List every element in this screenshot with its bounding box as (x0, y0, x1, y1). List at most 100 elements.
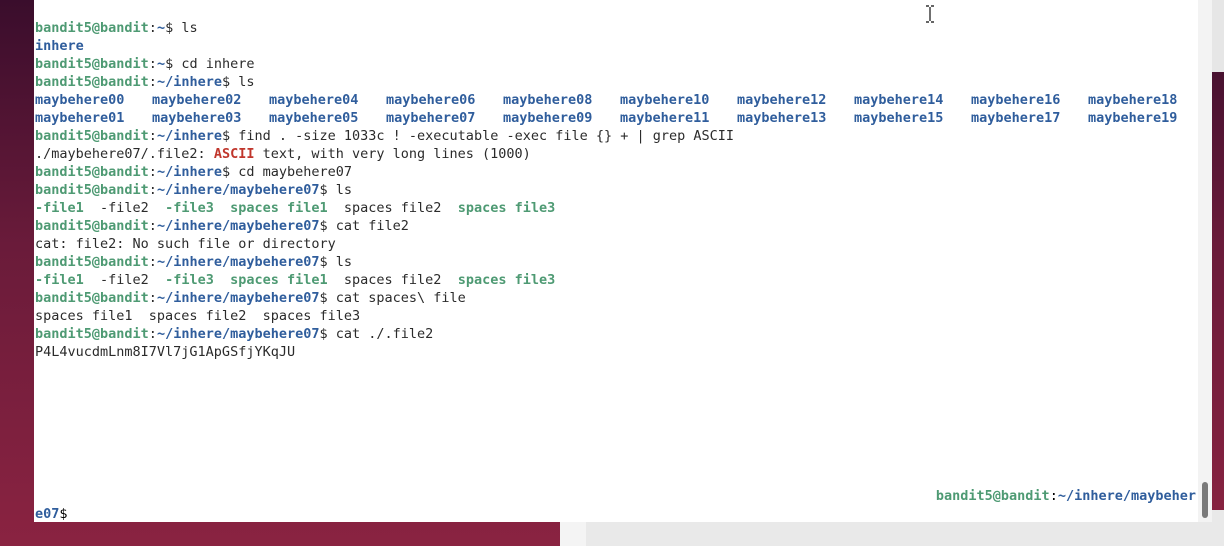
directory-entry: maybehere13 (737, 110, 827, 126)
prompt-path: ~/inhere/maybeher (1057, 488, 1196, 504)
prompt-symbol: $ (165, 56, 174, 72)
current-prompt-line-2[interactable]: e07$ (35, 505, 68, 522)
directory-entry: maybehere08 (503, 92, 593, 108)
file-entry: -file1 (35, 200, 84, 216)
prompt-path: ~/inhere/maybehere07 (156, 182, 320, 198)
prompt-user-host: bandit5@bandit (35, 326, 149, 342)
terminal-scrollbar[interactable] (1198, 0, 1212, 522)
prompt-path: ~/inhere (156, 164, 222, 180)
prompt-separator: : (148, 56, 157, 72)
output-text: text, with very long lines (1000) (254, 146, 531, 162)
directory-entry: maybehere19 (1088, 110, 1178, 126)
command-line: bandit5@bandit:~/inhere/maybehere07$ cat… (35, 325, 1198, 343)
prompt-symbol: $ (319, 326, 328, 342)
prompt-separator: : (148, 254, 157, 270)
output-line: P4L4vucdmLnm8I7Vl7jG1ApGSfjYKqJU (35, 343, 1198, 361)
prompt-path: ~/inhere/maybehere07 (156, 218, 320, 234)
file-entry: spaces file1 (213, 272, 328, 288)
file-entry: spaces file3 (441, 200, 556, 216)
ls-output-line: -file1 -file2 -file3 spaces file1 spaces… (35, 199, 1198, 217)
command-line: bandit5@bandit:~/inhere/maybehere07$ ls (35, 181, 1198, 199)
grep-output-line: ./maybehere07/.file2: ASCII text, with v… (35, 145, 1198, 163)
command-line: bandit5@bandit:~/inhere/maybehere07$ cat… (35, 217, 1198, 235)
command-line: bandit5@bandit:~/inhere$ cd maybehere07 (35, 163, 1198, 181)
prompt-separator: : (148, 326, 157, 342)
output-text: P4L4vucdmLnm8I7Vl7jG1ApGSfjYKqJU (35, 344, 296, 360)
prompt-separator: : (148, 182, 157, 198)
prompt-path: ~ (156, 56, 166, 72)
prompt-user-host: bandit5@bandit (35, 74, 149, 90)
file-entry: spaces file1 (213, 200, 328, 216)
prompt-separator: : (148, 20, 157, 36)
directory-entry: maybehere10 (620, 92, 710, 108)
directory-entry: maybehere12 (737, 92, 827, 108)
command-text: ls (327, 182, 353, 198)
ls-output-line: -file1 -file2 -file3 spaces file1 spaces… (35, 271, 1198, 289)
directory-entry: maybehere07 (386, 110, 476, 126)
prompt-path: ~/inhere/maybehere07 (156, 326, 320, 342)
file-entry: -file3 (148, 272, 214, 288)
directory-entry: maybehere18 (1088, 92, 1178, 108)
file-entry: spaces file2 (327, 200, 442, 216)
command-line: bandit5@bandit:~$ ls (35, 19, 1198, 37)
command-line: bandit5@bandit:~/inhere$ find . -size 10… (35, 127, 1198, 145)
prompt-separator: : (1049, 488, 1058, 504)
command-text: cat ./.file2 (327, 326, 434, 342)
file-entry: -file1 (35, 272, 84, 288)
command-line: bandit5@bandit:~/inhere/maybehere07$ cat… (35, 289, 1198, 307)
output-line: spaces file1 spaces file2 spaces file3 (35, 307, 1198, 325)
prompt-user-host: bandit5@bandit (35, 56, 149, 72)
directory-entry: maybehere09 (503, 110, 593, 126)
output-text: spaces file1 spaces file2 spaces file3 (35, 308, 361, 324)
command-text: ls (327, 254, 353, 270)
prompt-separator: : (148, 290, 157, 306)
prompt-symbol: $ (319, 218, 328, 234)
directory-entry: maybehere17 (971, 110, 1061, 126)
prompt-symbol: $ (165, 20, 174, 36)
terminal-window[interactable]: bandit5@bandit:~$ ls inhere bandit5@bandit… (34, 0, 1198, 522)
prompt-user-host: bandit5@bandit (35, 20, 149, 36)
output-line: inhere (35, 37, 1198, 55)
prompt-separator: : (148, 74, 157, 90)
prompt-path: ~ (156, 20, 166, 36)
prompt-separator: : (148, 218, 157, 234)
terminal-output: bandit5@bandit:~$ ls inhere bandit5@bandit… (35, 19, 1198, 361)
prompt-separator: : (148, 164, 157, 180)
file-entry: -file2 (83, 272, 149, 288)
command-text: find . -size 1033c ! -executable -exec f… (230, 128, 735, 144)
scrollbar-thumb[interactable] (1202, 482, 1208, 518)
directory-entry: maybehere11 (620, 110, 710, 126)
file-entry: -file2 (83, 200, 149, 216)
prompt-symbol: $ (319, 290, 328, 306)
file-entry: -file3 (148, 200, 214, 216)
prompt-symbol: $ (221, 128, 231, 144)
background-window-strip (1212, 0, 1224, 72)
file-entry: spaces file3 (441, 272, 556, 288)
directory-entry: maybehere02 (152, 92, 242, 108)
command-line: bandit5@bandit:~/inhere/maybehere07$ ls (35, 253, 1198, 271)
directory-entry: maybehere01 (35, 110, 125, 126)
prompt-user-host: bandit5@bandit (35, 218, 149, 234)
directory-entry: maybehere04 (269, 92, 359, 108)
prompt-path: ~/inhere/maybehere07 (156, 290, 320, 306)
i-beam-cursor-icon (924, 5, 936, 23)
directory-entry: maybehere00 (35, 92, 125, 108)
directory-entry: inhere (35, 38, 84, 54)
prompt-path: ~/inhere (156, 128, 222, 144)
ls-output-line: maybehere00 maybehere02 maybehere04 maybehe… (35, 91, 1198, 109)
command-text: ls (230, 74, 255, 90)
directory-entry: maybehere15 (854, 110, 944, 126)
directory-entry: maybehere16 (971, 92, 1061, 108)
command-text: cd maybehere07 (230, 164, 353, 180)
command-text: ls (173, 20, 198, 36)
command-line: bandit5@bandit:~/inhere$ ls (35, 73, 1198, 91)
command-line: bandit5@bandit:~$ cd inhere (35, 55, 1198, 73)
directory-entry: maybehere14 (854, 92, 944, 108)
prompt-separator: : (148, 128, 157, 144)
grep-match: ASCII (213, 146, 255, 162)
prompt-symbol: $ (59, 506, 68, 522)
directory-entry: maybehere06 (386, 92, 476, 108)
output-text: cat: file2: No such file or directory (35, 236, 336, 252)
current-prompt-line-1: bandit5@bandit:~/inhere/maybeher (936, 487, 1196, 505)
prompt-path-continued: e07 (35, 506, 60, 522)
